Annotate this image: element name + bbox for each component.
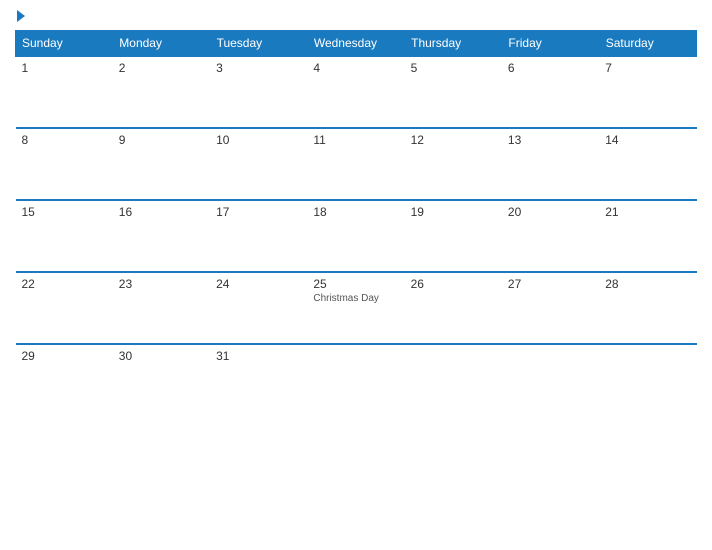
weekday-header-monday: Monday (113, 31, 210, 57)
day-number: 17 (216, 205, 301, 219)
calendar-cell: 31 (210, 344, 307, 416)
day-number: 14 (605, 133, 690, 147)
day-number: 22 (22, 277, 107, 291)
weekday-header-saturday: Saturday (599, 31, 696, 57)
calendar-cell (405, 344, 502, 416)
day-number: 23 (119, 277, 204, 291)
day-number: 18 (313, 205, 398, 219)
weekday-header-wednesday: Wednesday (307, 31, 404, 57)
calendar-cell (599, 344, 696, 416)
day-number: 7 (605, 61, 690, 75)
week-row-3: 15 16 17 18 19 20 21 (16, 200, 697, 272)
calendar-cell: 27 (502, 272, 599, 344)
calendar-cell: 11 (307, 128, 404, 200)
calendar-cell: 28 (599, 272, 696, 344)
day-number: 27 (508, 277, 593, 291)
day-number: 1 (22, 61, 107, 75)
day-number: 29 (22, 349, 107, 363)
calendar-cell: 7 (599, 56, 696, 128)
day-number: 30 (119, 349, 204, 363)
day-number: 31 (216, 349, 301, 363)
calendar-cell: 24 (210, 272, 307, 344)
calendar-container: SundayMondayTuesdayWednesdayThursdayFrid… (0, 0, 712, 550)
calendar-cell: 1 (16, 56, 113, 128)
calendar-header (15, 10, 697, 22)
calendar-cell: 23 (113, 272, 210, 344)
weekday-header-tuesday: Tuesday (210, 31, 307, 57)
calendar-cell: 6 (502, 56, 599, 128)
day-number: 20 (508, 205, 593, 219)
day-number: 25 (313, 277, 398, 291)
logo (15, 10, 25, 22)
weekday-header-friday: Friday (502, 31, 599, 57)
calendar-cell: 12 (405, 128, 502, 200)
day-number: 26 (411, 277, 496, 291)
calendar-cell: 5 (405, 56, 502, 128)
calendar-cell: 18 (307, 200, 404, 272)
day-number: 21 (605, 205, 690, 219)
day-number: 12 (411, 133, 496, 147)
day-number: 5 (411, 61, 496, 75)
calendar-cell: 26 (405, 272, 502, 344)
calendar-cell: 17 (210, 200, 307, 272)
day-number: 4 (313, 61, 398, 75)
week-row-2: 89 10 11 12 13 14 (16, 128, 697, 200)
day-number: 11 (313, 133, 398, 147)
calendar-cell (307, 344, 404, 416)
week-row-5: 29 30 31 (16, 344, 697, 416)
day-number: 24 (216, 277, 301, 291)
week-row-1: 1234567 (16, 56, 697, 128)
calendar-cell: 14 (599, 128, 696, 200)
calendar-cell: 13 (502, 128, 599, 200)
logo-icon (17, 10, 25, 22)
day-number: 9 (119, 133, 204, 147)
week-row-4: 22 23 24 25 Christmas Day 26 27 28 (16, 272, 697, 344)
calendar-cell (502, 344, 599, 416)
weekday-header-sunday: Sunday (16, 31, 113, 57)
calendar-cell: 3 (210, 56, 307, 128)
calendar-cell: 2 (113, 56, 210, 128)
calendar-cell: 22 (16, 272, 113, 344)
calendar-cell: 29 (16, 344, 113, 416)
day-number: 10 (216, 133, 301, 147)
day-number: 13 (508, 133, 593, 147)
calendar-cell: 16 (113, 200, 210, 272)
day-number: 8 (22, 133, 107, 147)
day-number: 19 (411, 205, 496, 219)
holiday-name: Christmas Day (313, 293, 398, 304)
calendar-grid: SundayMondayTuesdayWednesdayThursdayFrid… (15, 30, 697, 416)
day-number: 16 (119, 205, 204, 219)
calendar-cell: 8 (16, 128, 113, 200)
calendar-cell: 19 (405, 200, 502, 272)
day-number: 15 (22, 205, 107, 219)
calendar-cell: 9 (113, 128, 210, 200)
calendar-cell: 30 (113, 344, 210, 416)
calendar-cell: 15 (16, 200, 113, 272)
day-number: 6 (508, 61, 593, 75)
day-number: 2 (119, 61, 204, 75)
day-number: 3 (216, 61, 301, 75)
day-number: 28 (605, 277, 690, 291)
calendar-cell: 20 (502, 200, 599, 272)
calendar-cell: 10 (210, 128, 307, 200)
calendar-cell: 21 (599, 200, 696, 272)
weekday-header-row: SundayMondayTuesdayWednesdayThursdayFrid… (16, 31, 697, 57)
calendar-cell: 25 Christmas Day (307, 272, 404, 344)
weekday-header-thursday: Thursday (405, 31, 502, 57)
calendar-cell: 4 (307, 56, 404, 128)
